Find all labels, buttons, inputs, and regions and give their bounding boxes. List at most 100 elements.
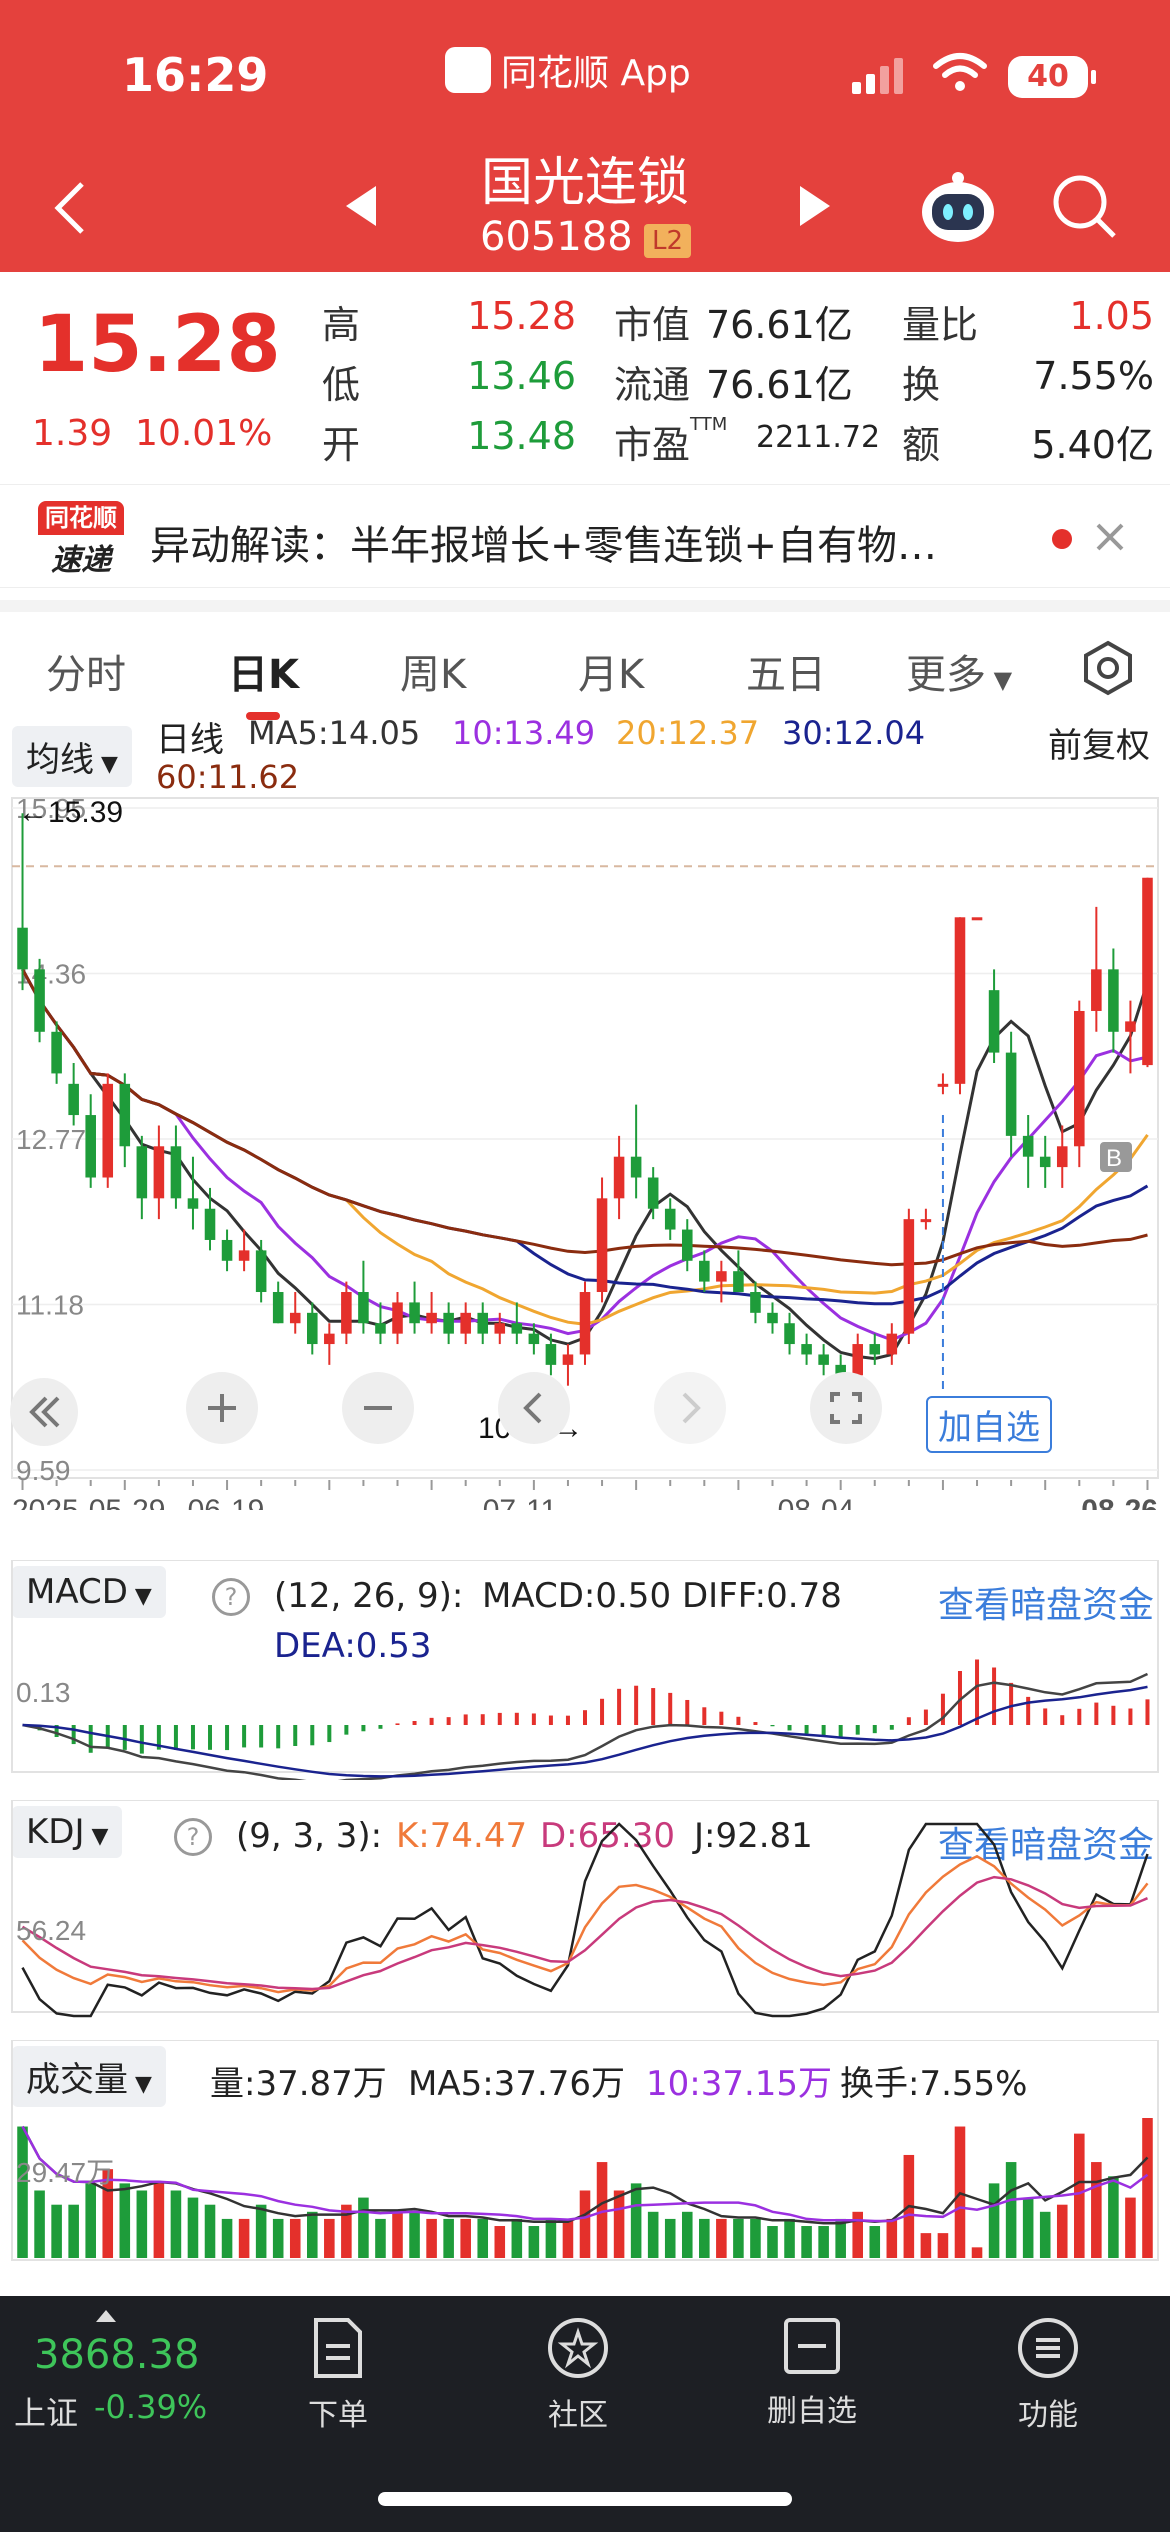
candle-body <box>289 1312 301 1324</box>
volume-bar <box>1108 2176 1119 2258</box>
last-price: 15.28 <box>34 300 281 390</box>
ma30-value: 30:12.04 <box>782 714 926 752</box>
volume-bar <box>528 2226 540 2258</box>
volume-bar <box>119 2183 131 2258</box>
open-value: 13.48 <box>467 414 576 458</box>
chevron-right-icon <box>682 1392 701 1424</box>
volume-bar <box>1125 2197 1136 2258</box>
candle-body <box>920 1219 932 1223</box>
tab-more[interactable]: 更多 ▼ <box>906 642 1012 700</box>
candle-body <box>1039 1156 1051 1168</box>
candle-body <box>579 1292 591 1355</box>
volume-bar <box>545 2218 557 2258</box>
candle-body <box>869 1344 881 1355</box>
toolbar-order[interactable]: 下单 <box>278 2316 398 2434</box>
volume-bar <box>1005 2162 1017 2258</box>
candle-body <box>733 1271 744 1293</box>
candle-body <box>306 1312 318 1345</box>
candle-body <box>886 1333 898 1355</box>
tab-daily-k[interactable]: 日K <box>228 642 299 700</box>
volume-bar <box>801 2226 812 2258</box>
header: 16:29 同花顺 App 40 国光连锁 605188 L2 <box>0 0 1170 272</box>
volume-bar <box>920 2233 932 2258</box>
candle-body <box>494 1323 506 1334</box>
volume-bar <box>579 2190 591 2258</box>
candle-body <box>324 1333 335 1345</box>
search-icon[interactable] <box>1052 174 1118 240</box>
news-badge: 同花顺 速递 <box>38 501 124 578</box>
double-chevron-left-icon <box>29 1396 60 1428</box>
kdj-chart[interactable]: 56.24 <box>0 1800 1170 2020</box>
toolbar-remove-watchlist[interactable]: 删自选 <box>752 2316 872 2430</box>
zoom-in-button[interactable] <box>186 1372 258 1444</box>
macd-y-tick: 0.13 <box>16 1677 71 1708</box>
candle-body <box>647 1177 659 1209</box>
candle-body <box>34 969 45 1032</box>
y-tick-label: 11.18 <box>16 1290 84 1321</box>
candle-body <box>477 1312 489 1334</box>
volume-bar <box>289 2218 301 2258</box>
toolbar-functions[interactable]: 功能 <box>988 2316 1108 2434</box>
turnover-label: 换 <box>902 363 941 407</box>
candle-body <box>1125 1021 1136 1032</box>
candle-body <box>596 1198 608 1293</box>
candle-body <box>102 1083 114 1178</box>
news-text: 异动解读：半年报增长+零售连锁+自有物… <box>150 523 938 569</box>
y-tick-label: 9.59 <box>16 1455 71 1486</box>
candle-body <box>1091 969 1102 1011</box>
chevron-left-icon <box>523 1392 542 1424</box>
ma60-line <box>21 968 1148 1267</box>
scroll-left-fast-button[interactable] <box>10 1378 78 1446</box>
volume-bar <box>1091 2162 1102 2258</box>
indicator-selector[interactable]: 均线 ▼ <box>12 726 132 787</box>
candle-body <box>187 1198 199 1209</box>
scroll-right-button[interactable] <box>654 1372 726 1444</box>
next-stock-icon[interactable] <box>796 184 834 228</box>
candle-body <box>971 917 983 921</box>
candle-body <box>716 1271 727 1282</box>
date-label: 08-26 <box>1081 1494 1158 1510</box>
community-star-icon <box>548 2318 608 2378</box>
adjust-mode[interactable]: 前复权 <box>1048 718 1150 767</box>
close-icon[interactable] <box>1094 521 1126 553</box>
macd-chart[interactable]: 0.13 <box>0 1560 1170 1780</box>
kline-period-label: 日线 <box>156 720 224 760</box>
settings-hexagon-icon[interactable] <box>1080 640 1136 696</box>
tab-monthly-k[interactable]: 月K <box>578 642 644 700</box>
candle-body <box>460 1312 471 1334</box>
candle-body <box>664 1208 676 1230</box>
index-value[interactable]: 3868.38 <box>34 2332 199 2378</box>
level2-badge[interactable]: L2 <box>644 224 692 258</box>
minus-icon <box>364 1406 392 1410</box>
toolbar-community[interactable]: 社区 <box>518 2316 638 2434</box>
volume-chart[interactable]: 29.47万 <box>0 2040 1170 2270</box>
candle-body <box>767 1312 778 1324</box>
volume-bar <box>426 2218 437 2258</box>
news-banner[interactable]: 同花顺 速递 异动解读：半年报增长+零售连锁+自有物… <box>0 484 1170 588</box>
candle-body <box>136 1146 148 1199</box>
zoom-out-button[interactable] <box>342 1372 414 1444</box>
fullscreen-button[interactable] <box>810 1372 882 1444</box>
tab-weekly-k[interactable]: 周K <box>400 642 466 700</box>
add-watchlist-button[interactable]: 加自选 <box>926 1396 1052 1453</box>
scroll-left-button[interactable] <box>498 1372 570 1444</box>
app-logo-icon <box>445 47 491 93</box>
tab-timeshare[interactable]: 分时 <box>46 642 126 700</box>
amount-label: 额 <box>902 423 941 467</box>
candle-body <box>613 1156 625 1199</box>
candle-body <box>545 1344 557 1365</box>
index-up-arrow-icon <box>96 2310 116 2322</box>
vr-value: 1.05 <box>1069 294 1154 338</box>
volume-bar <box>767 2226 778 2258</box>
mcap-value: 76.61亿 <box>706 303 853 347</box>
volume-bar <box>409 2211 420 2258</box>
volume-bar <box>306 2211 318 2258</box>
volume-bar <box>1056 2204 1068 2258</box>
wifi-icon <box>933 53 987 91</box>
robot-assistant-icon[interactable] <box>918 168 998 248</box>
tab-five-day[interactable]: 五日 <box>746 642 826 700</box>
volume-bar <box>238 2218 250 2258</box>
candle-body <box>801 1344 812 1355</box>
index-name: 上证 <box>14 2394 79 2432</box>
open-label: 开 <box>322 423 361 467</box>
